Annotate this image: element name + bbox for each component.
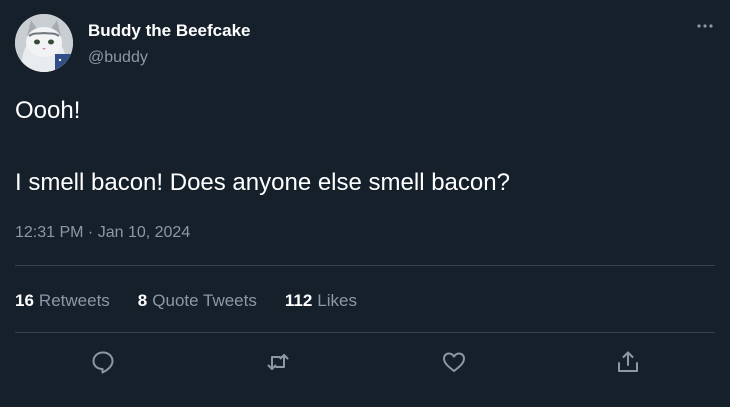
heart-icon xyxy=(443,352,465,372)
more-options-button[interactable] xyxy=(690,16,720,36)
quote-tweets-count: 8 xyxy=(137,291,148,310)
tweet-text-line: Oooh! xyxy=(15,97,81,124)
tweet-text: Oooh! I smell bacon! Does anyone else sm… xyxy=(15,93,715,201)
author-name[interactable]: Buddy the Beefcake xyxy=(88,21,251,41)
likes-label: Likes xyxy=(317,291,357,310)
tweet-timestamp[interactable]: 12:31 PM · Jan 10, 2024 xyxy=(15,224,190,242)
like-button[interactable] xyxy=(440,348,468,376)
likes-stat[interactable]: 112 Likes xyxy=(285,291,357,311)
divider xyxy=(15,332,715,333)
tweet-text-line: I smell bacon! Does anyone else smell ba… xyxy=(15,169,510,196)
share-icon xyxy=(618,351,638,372)
share-button[interactable] xyxy=(614,348,642,376)
retweet-icon xyxy=(267,354,289,370)
more-icon xyxy=(697,24,713,28)
reply-button[interactable] xyxy=(89,348,117,376)
reply-icon xyxy=(92,351,114,374)
divider xyxy=(15,265,715,266)
avatar[interactable] xyxy=(15,14,73,72)
retweets-stat[interactable]: 16 Retweets xyxy=(15,291,110,311)
retweet-button[interactable] xyxy=(264,348,292,376)
retweets-count: 16 xyxy=(15,291,34,310)
tweet-detail: Buddy the Beefcake @buddy Oooh! I smell … xyxy=(0,0,730,407)
engagement-stats: 16 Retweets 8 Quote Tweets 112 Likes xyxy=(15,291,357,311)
cat-avatar-icon xyxy=(15,14,73,72)
quote-tweets-stat[interactable]: 8 Quote Tweets xyxy=(138,291,257,311)
quote-tweets-label: Quote Tweets xyxy=(152,291,257,310)
retweets-label: Retweets xyxy=(38,291,110,310)
author-handle[interactable]: @buddy xyxy=(88,49,148,67)
likes-count: 112 xyxy=(284,291,313,310)
